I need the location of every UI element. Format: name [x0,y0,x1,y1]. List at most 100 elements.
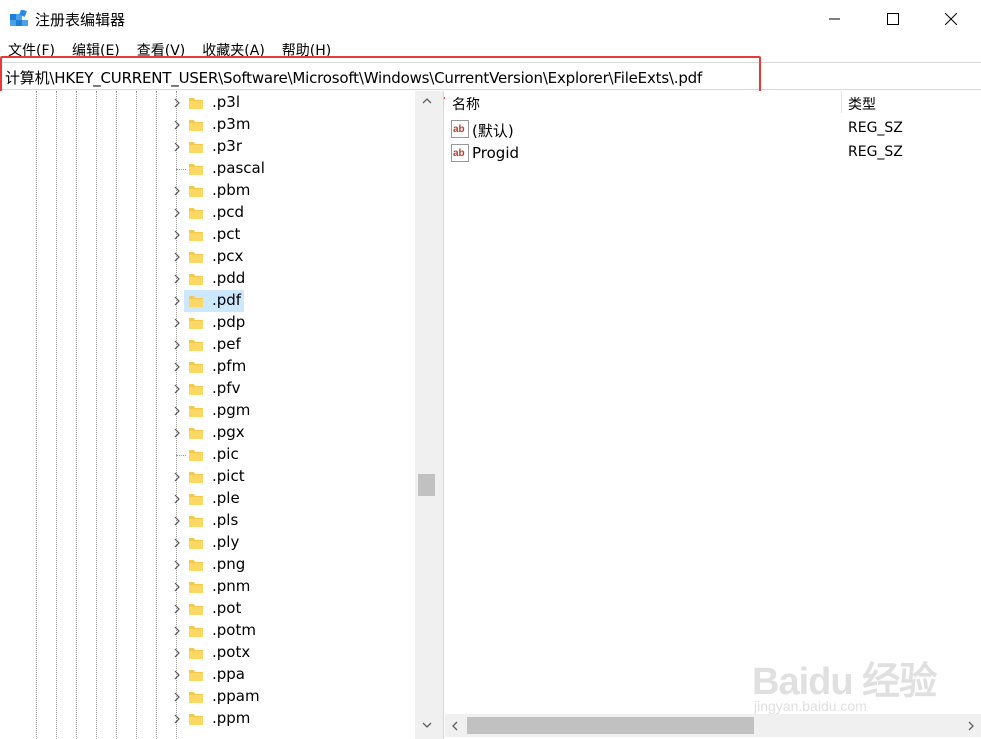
tree-item[interactable]: .pfv [0,378,415,400]
tree-leaf-connector [176,455,186,456]
tree-item[interactable]: .ple [0,488,415,510]
key-tree-pane[interactable]: .p3l .p3m .p3r .pascal .pbm .pcd .pct .pcx .pdd.… [0,91,438,739]
chevron-right-icon[interactable] [172,273,182,285]
tree-item[interactable]: .png [0,554,415,576]
folder-icon [189,406,203,417]
maximize-button[interactable] [864,0,922,38]
tree-item[interactable]: .pic [0,444,415,466]
tree-item[interactable]: .pls [0,510,415,532]
column-header-type[interactable]: 类型 [848,94,876,114]
tree-item[interactable]: .ply [0,532,415,554]
folder-icon [189,692,203,703]
tree-item[interactable]: .p3m [0,114,415,136]
value-type: REG_SZ [848,144,903,160]
folder-icon [189,318,203,329]
chevron-right-icon[interactable] [172,339,182,351]
column-header-name[interactable]: 名称 [452,94,480,114]
chevron-left-icon [452,721,458,730]
tree-item[interactable]: .pef [0,334,415,356]
chevron-right-icon[interactable] [172,691,182,703]
tree-item-label: .pfv [212,379,241,397]
chevron-right-icon[interactable] [172,251,182,263]
list-item[interactable]: ab Progid REG_SZ [445,141,981,165]
tree-item[interactable]: .potx [0,642,415,664]
string-value-icon: ab [451,120,469,138]
chevron-right-icon[interactable] [172,207,182,219]
column-separator[interactable] [841,91,842,113]
tree-item[interactable]: .pascal [0,158,415,180]
close-button[interactable] [922,0,980,38]
scroll-thumb[interactable] [418,474,435,496]
tree-item[interactable]: .pdp [0,312,415,334]
scroll-down-button[interactable] [415,715,438,735]
tree-item[interactable]: .pgx [0,422,415,444]
folder-icon [189,274,203,285]
tree-item-label: .potx [212,643,251,661]
chevron-right-icon[interactable] [172,119,182,131]
tree-item[interactable]: .ppm [0,708,415,730]
chevron-right-icon[interactable] [172,493,182,505]
folder-icon [189,98,203,109]
chevron-right-icon[interactable] [172,427,182,439]
tree-item[interactable]: .pcx [0,246,415,268]
chevron-right-icon[interactable] [172,537,182,549]
folder-icon [189,450,203,461]
close-icon [945,13,957,25]
scroll-left-button[interactable] [445,714,465,737]
tree-item-label: .ppm [212,709,251,727]
folder-icon [189,626,203,637]
tree-item[interactable]: .ppa [0,664,415,686]
chevron-right-icon[interactable] [172,669,182,681]
chevron-right-icon[interactable] [172,141,182,153]
value-name: (默认) [472,122,514,140]
tree-item[interactable]: .pcd [0,202,415,224]
tree-item[interactable]: .pict [0,466,415,488]
scroll-thumb[interactable] [467,717,754,734]
tree-vertical-scrollbar[interactable] [415,91,438,739]
chevron-up-icon [422,98,431,104]
pane-splitter[interactable] [438,91,444,739]
chevron-right-icon[interactable] [172,361,182,373]
tree-item[interactable]: .pdd [0,268,415,290]
tree-item[interactable]: .pgm [0,400,415,422]
chevron-right-icon[interactable] [172,383,182,395]
chevron-right-icon[interactable] [172,713,182,725]
chevron-right-icon[interactable] [172,405,182,417]
tree-item-label: .p3r [212,137,242,155]
chevron-right-icon[interactable] [172,581,182,593]
tree-item[interactable]: .pbm [0,180,415,202]
values-list-pane[interactable]: 名称 类型 ab (默认) REG_SZ ab Progid REG_SZ [445,91,981,739]
list-item[interactable]: ab (默认) REG_SZ [445,117,981,141]
tree-item-label: .pgx [212,423,245,441]
tree-item-label: .pdd [212,269,246,287]
chevron-right-icon[interactable] [172,317,182,329]
chevron-right-icon[interactable] [172,471,182,483]
watermark-logo: Baidu 经验 [752,661,937,703]
chevron-right-icon[interactable] [172,229,182,241]
chevron-right-icon[interactable] [172,647,182,659]
tree-item[interactable]: .pfm [0,356,415,378]
tree-item[interactable]: .pct [0,224,415,246]
tree-item[interactable]: .p3l [0,92,415,114]
tree-item[interactable]: .ppam [0,686,415,708]
minimize-button[interactable] [806,0,864,38]
chevron-right-icon[interactable] [172,185,182,197]
tree-item[interactable]: .p3r [0,136,415,158]
tree-item[interactable]: .pot [0,598,415,620]
chevron-right-icon[interactable] [172,515,182,527]
tree-item[interactable]: .pdf [0,290,415,312]
folder-icon [189,384,203,395]
chevron-right-icon[interactable] [172,97,182,109]
chevron-right-icon[interactable] [172,559,182,571]
folder-icon [189,230,203,241]
baidu-watermark: Baidu 经验 jingyan.baidu.com [752,650,942,720]
scroll-up-button[interactable] [415,91,438,111]
tree-item-label: .pct [212,225,241,243]
chevron-right-icon[interactable] [172,625,182,637]
tree-item-label: .pot [212,599,242,617]
chevron-right-icon[interactable] [172,295,182,307]
chevron-right-icon[interactable] [172,603,182,615]
scroll-right-button[interactable] [961,714,981,737]
tree-item[interactable]: .potm [0,620,415,642]
tree-item[interactable]: .pnm [0,576,415,598]
